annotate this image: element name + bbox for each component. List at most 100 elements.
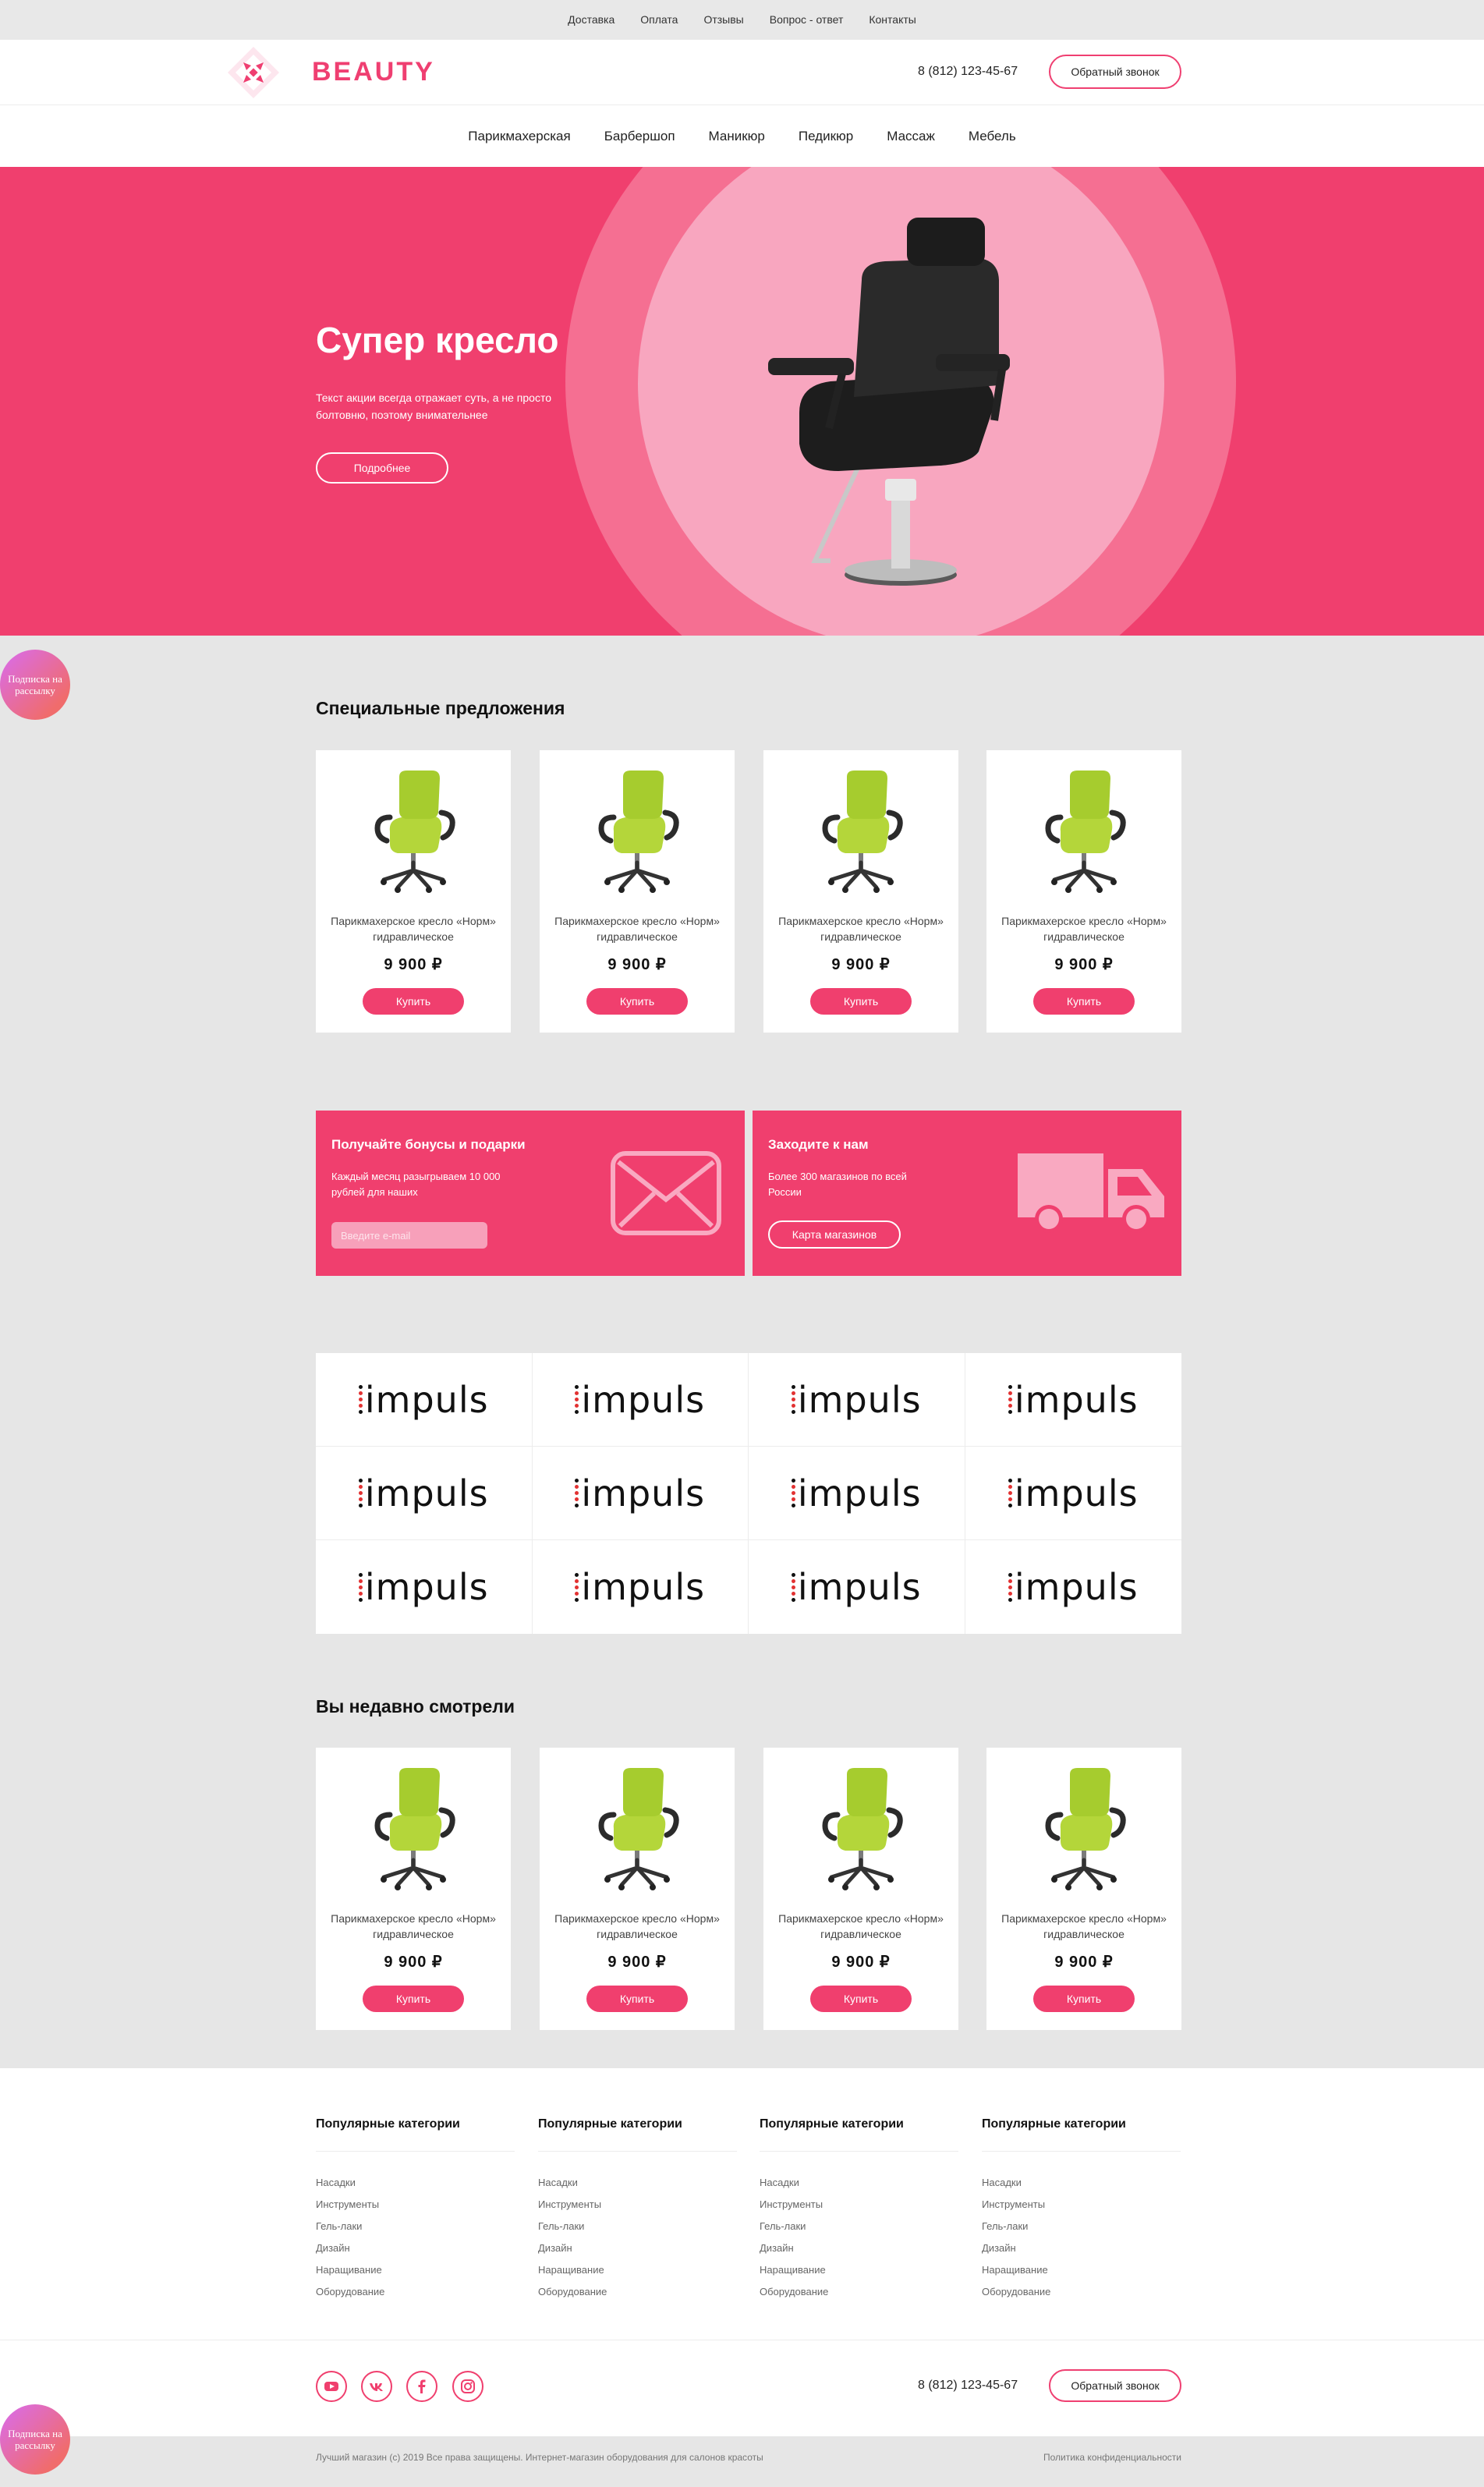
top-link-faq[interactable]: Вопрос - ответ [770,13,844,26]
instagram-icon[interactable] [452,2371,483,2402]
product-price: 9 900 ₽ [831,1954,891,1971]
subscribe-bubble-bottom[interactable]: Подписка на рассылку [0,2404,70,2475]
callback-button[interactable]: Обратный звонок [1049,55,1181,89]
footer-link[interactable]: Инструменты [316,2194,515,2216]
brand-logo[interactable]: impuls [749,1353,965,1447]
footer-link[interactable]: Дизайн [982,2237,1181,2259]
logo-text[interactable]: BEAUTY [312,57,435,87]
buy-button[interactable]: Купить [586,988,688,1015]
youtube-icon[interactable] [316,2371,347,2402]
email-field[interactable] [331,1222,487,1249]
nav-item-massage[interactable]: Массаж [887,129,935,144]
top-link-reviews[interactable]: Отзывы [703,13,743,26]
footer-link[interactable]: Инструменты [538,2194,737,2216]
product-name[interactable]: Парикмахерское кресло «Норм» гидравличес… [763,913,958,944]
site-header: BEAUTY 8 (812) 123-45-67 Обратный звонок [0,40,1484,105]
product-card[interactable]: Парикмахерское кресло «Норм» гидравличес… [986,1748,1181,2030]
footer-link[interactable]: Гель-лаки [760,2216,958,2237]
envelope-icon [611,1151,721,1235]
product-image [374,1768,455,1890]
product-name[interactable]: Парикмахерское кресло «Норм» гидравличес… [540,913,735,944]
footer-link[interactable]: Дизайн [538,2237,737,2259]
footer-link[interactable]: Дизайн [316,2237,515,2259]
product-card[interactable]: Парикмахерское кресло «Норм» гидравличес… [540,1748,735,2030]
footer-link[interactable]: Наращивание [760,2259,958,2281]
brand-logo[interactable]: impuls [749,1540,965,1634]
nav-item-furniture[interactable]: Мебель [969,129,1016,144]
product-name[interactable]: Парикмахерское кресло «Норм» гидравличес… [316,1911,511,1942]
header-phone[interactable]: 8 (812) 123-45-67 [918,65,1018,79]
footer-link[interactable]: Насадки [982,2172,1181,2194]
footer-phone[interactable]: 8 (812) 123-45-67 [918,2379,1018,2393]
nav-item-hairdresser[interactable]: Парикмахерская [468,129,570,144]
footer-link[interactable]: Дизайн [760,2237,958,2259]
buy-button[interactable]: Купить [363,988,464,1015]
product-name[interactable]: Парикмахерское кресло «Норм» гидравличес… [316,913,511,944]
footer-link[interactable]: Насадки [760,2172,958,2194]
footer-link[interactable]: Гель-лаки [316,2216,515,2237]
footer-link[interactable]: Инструменты [982,2194,1181,2216]
buy-button[interactable]: Купить [1033,988,1135,1015]
buy-button[interactable]: Купить [810,1986,912,2012]
product-price: 9 900 ₽ [384,956,443,973]
brand-logo[interactable]: impuls [965,1540,1182,1634]
brand-logo[interactable]: impuls [533,1540,749,1634]
buy-button[interactable]: Купить [810,988,912,1015]
recently-viewed-list: Парикмахерское кресло «Норм» гидравличес… [316,1748,1181,2030]
top-link-contacts[interactable]: Контакты [869,13,916,26]
footer-link[interactable]: Инструменты [760,2194,958,2216]
facebook-icon[interactable] [406,2371,437,2402]
nav-item-barbershop[interactable]: Барбершоп [604,129,675,144]
footer-link[interactable]: Наращивание [982,2259,1181,2281]
footer-link[interactable]: Оборудование [538,2281,737,2303]
brand-name: impuls [581,1566,706,1608]
privacy-policy-link[interactable]: Политика конфиденциальности [1043,2452,1181,2463]
product-card[interactable]: Парикмахерское кресло «Норм» гидравличес… [316,750,511,1033]
buy-button[interactable]: Купить [1033,1986,1135,2012]
top-bar: Доставка Оплата Отзывы Вопрос - ответ Ко… [0,0,1484,40]
product-name[interactable]: Парикмахерское кресло «Норм» гидравличес… [763,1911,958,1942]
footer-link[interactable]: Наращивание [316,2259,515,2281]
special-offers-list: Парикмахерское кресло «Норм» гидравличес… [316,750,1181,1033]
product-card[interactable]: Парикмахерское кресло «Норм» гидравличес… [540,750,735,1033]
brand-logo[interactable]: impuls [532,1447,749,1540]
logo-icon[interactable] [226,45,281,100]
footer-link[interactable]: Гель-лаки [538,2216,737,2237]
brand-logo[interactable]: impuls [965,1353,1181,1447]
brand-logo[interactable]: impuls [532,1353,749,1447]
brand-logo[interactable]: impuls [749,1447,965,1540]
nav-item-pedicure[interactable]: Педикюр [799,129,853,144]
footer-link[interactable]: Гель-лаки [982,2216,1181,2237]
main-nav: Парикмахерская Барбершоп Маникюр Педикюр… [0,105,1484,167]
brand-logo[interactable]: impuls [316,1540,533,1634]
vk-icon[interactable] [361,2371,392,2402]
product-name[interactable]: Парикмахерское кресло «Норм» гидравличес… [986,913,1181,944]
stores-map-button[interactable]: Карта магазинов [768,1220,901,1249]
top-link-payment[interactable]: Оплата [640,13,678,26]
brand-logo[interactable]: impuls [316,1447,533,1540]
footer-link[interactable]: Оборудование [316,2281,515,2303]
product-name[interactable]: Парикмахерское кресло «Норм» гидравличес… [540,1911,735,1942]
stores-title: Заходите к нам [768,1137,869,1152]
brand-logo[interactable]: impuls [316,1353,533,1447]
product-card[interactable]: Парикмахерское кресло «Норм» гидравличес… [763,750,958,1033]
footer-link[interactable]: Насадки [316,2172,515,2194]
top-link-delivery[interactable]: Доставка [568,13,614,26]
product-card[interactable]: Парикмахерское кресло «Норм» гидравличес… [316,1748,511,2030]
product-card[interactable]: Парикмахерское кресло «Норм» гидравличес… [986,750,1181,1033]
footer-link[interactable]: Насадки [538,2172,737,2194]
buy-button[interactable]: Купить [363,1986,464,2012]
subscribe-bubble[interactable]: Подписка на рассылку [0,650,70,720]
footer-link[interactable]: Наращивание [538,2259,737,2281]
buy-button[interactable]: Купить [586,1986,688,2012]
footer-link[interactable]: Оборудование [982,2281,1181,2303]
site-footer: Популярные категории Насадки Инструменты… [0,2068,1484,2436]
footer-column: Популярные категории Насадки Инструменты… [982,2117,1181,2303]
footer-callback-button[interactable]: Обратный звонок [1049,2369,1181,2402]
hero-more-button[interactable]: Подробнее [316,452,448,484]
product-name[interactable]: Парикмахерское кресло «Норм» гидравличес… [986,1911,1181,1942]
nav-item-manicure[interactable]: Маникюр [709,129,765,144]
footer-link[interactable]: Оборудование [760,2281,958,2303]
brand-logo[interactable]: impuls [965,1447,1181,1540]
product-card[interactable]: Парикмахерское кресло «Норм» гидравличес… [763,1748,958,2030]
